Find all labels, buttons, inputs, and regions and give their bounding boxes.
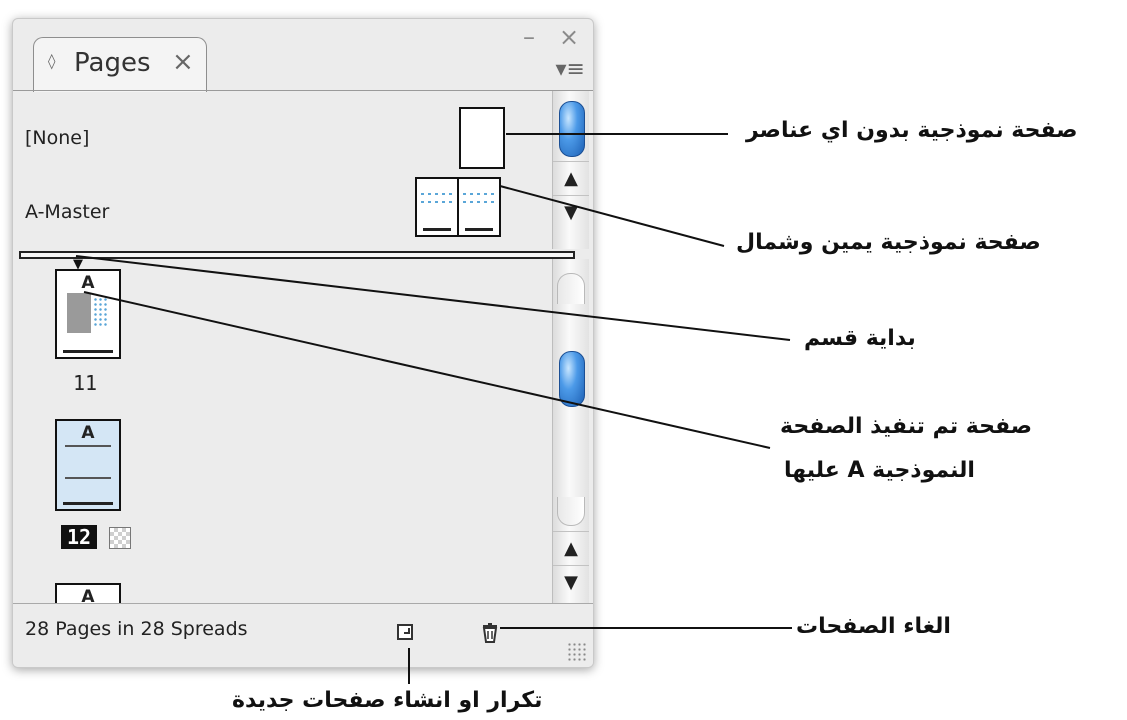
callout-applied-master-line1: صفحة تم تنفيذ الصفحة [780, 414, 1033, 439]
callout-applied-master-line2: النموذجية A عليها [784, 458, 975, 483]
leader-applied-master [83, 291, 771, 449]
leader-spread-master [499, 185, 725, 247]
callout-lines [75, 133, 792, 684]
callout-section-start: بداية قسم [804, 326, 916, 351]
callout-spread-master: صفحة نموذجية يمين وشمال [736, 230, 1041, 255]
callout-none-master: صفحة نموذجية بدون اي عناصر [746, 118, 1078, 143]
leader-section-start [75, 255, 791, 341]
callout-new-pages: تكرار او انشاء صفحات جديدة [232, 688, 543, 713]
callout-delete-pages: الغاء الصفحات [796, 614, 951, 639]
